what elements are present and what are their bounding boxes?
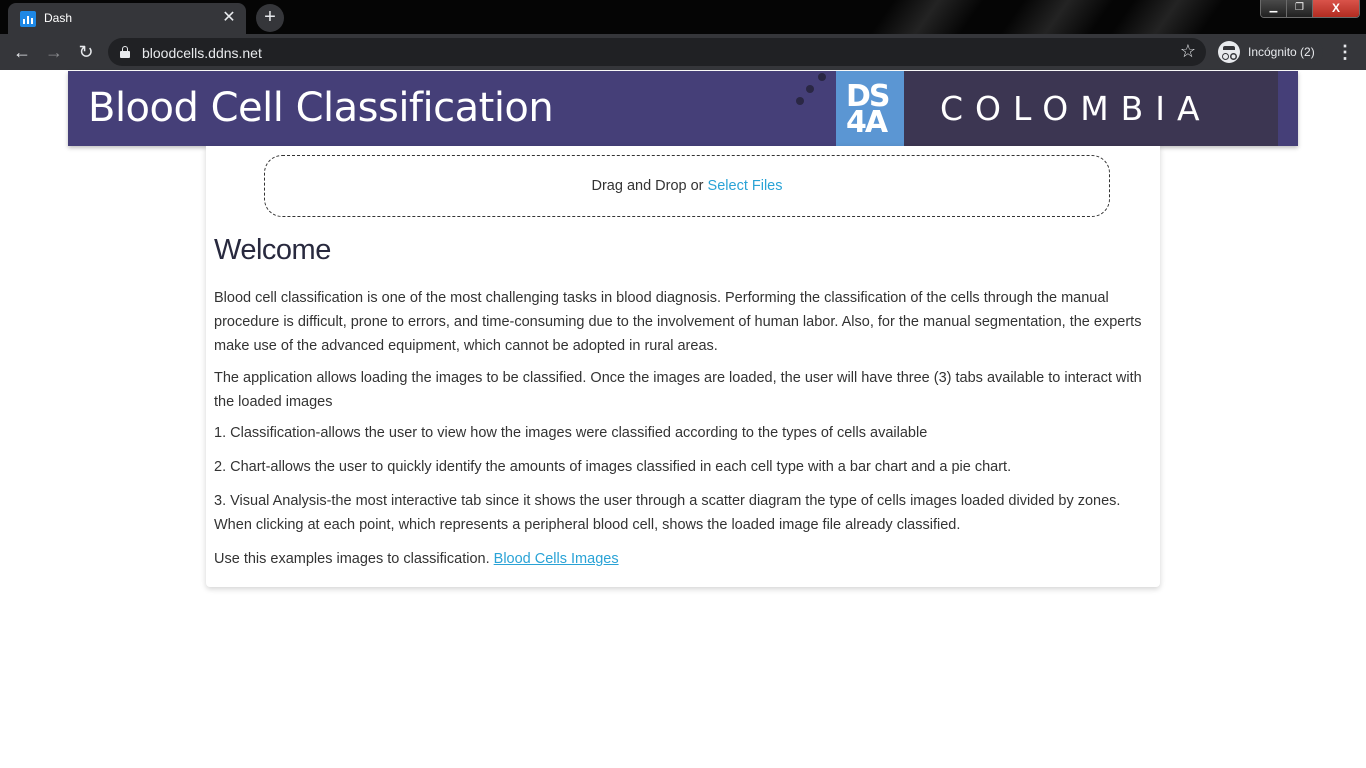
examples-text: Use this examples images to classificati…: [214, 551, 494, 567]
reload-button[interactable]: ↻: [72, 38, 100, 66]
browser-titlebar: Dash ✕ + ▁ ❐ X: [0, 0, 1366, 34]
tab-title: Dash: [44, 11, 73, 25]
restore-button[interactable]: ❐: [1287, 0, 1313, 17]
ds4a-logo: DS 4A: [836, 71, 904, 146]
examples-paragraph: Use this examples images to classificati…: [214, 547, 1154, 571]
back-button[interactable]: ←: [8, 38, 36, 66]
app-description-paragraph: The application allows loading the image…: [214, 370, 1142, 410]
incognito-label: Incógnito (2): [1248, 45, 1315, 59]
welcome-heading: Welcome: [214, 234, 331, 266]
header-banner: Blood Cell Classification DS 4A COLOMBIA: [68, 71, 1298, 146]
upload-prompt: Drag and Drop or: [591, 178, 708, 194]
close-window-button[interactable]: X: [1313, 0, 1359, 17]
bookmark-star-icon[interactable]: ☆: [1180, 41, 1196, 62]
browser-toolbar: ← → ↻ bloodcells.ddns.net ☆ Incógnito (2…: [0, 34, 1366, 70]
list-item-visual-analysis: 3. Visual Analysis-the most interactive …: [214, 493, 1121, 533]
lock-icon[interactable]: [120, 46, 130, 58]
window-controls: ▁ ❐ X: [1260, 0, 1360, 18]
titlebar-decoration: [1091, 0, 1239, 34]
minimize-button[interactable]: ▁: [1261, 0, 1287, 17]
colombia-logo-panel: COLOMBIA: [904, 71, 1278, 146]
logo-dots-decoration: [790, 71, 830, 111]
intro-paragraph: Blood cell classification is one of the …: [214, 290, 1142, 354]
address-bar[interactable]: bloodcells.ddns.net ☆: [108, 38, 1206, 66]
new-tab-button[interactable]: +: [256, 4, 284, 32]
incognito-icon: [1218, 41, 1240, 63]
dash-favicon-icon: [20, 11, 36, 27]
browser-tab[interactable]: Dash ✕: [8, 3, 246, 34]
colombia-logo-text: COLOMBIA: [940, 89, 1212, 128]
url-text[interactable]: bloodcells.ddns.net: [142, 45, 262, 61]
forward-button[interactable]: →: [40, 38, 68, 66]
titlebar-decoration: [981, 0, 1129, 34]
incognito-indicator[interactable]: Incógnito (2): [1214, 39, 1323, 65]
list-item-classification: 1. Classification-allows the user to vie…: [214, 425, 928, 441]
list-item-chart: 2. Chart-allows the user to quickly iden…: [214, 459, 1012, 475]
close-tab-icon[interactable]: ✕: [220, 9, 238, 27]
titlebar-decoration: [851, 0, 999, 34]
select-files-link[interactable]: Select Files: [708, 178, 783, 194]
browser-menu-icon[interactable]: ⋮: [1336, 38, 1354, 66]
main-card: Drag and Drop or Select Files Welcome Bl…: [206, 146, 1160, 587]
page-content: Blood Cell Classification DS 4A COLOMBIA…: [0, 70, 1366, 768]
blood-cells-images-link[interactable]: Blood Cells Images: [494, 551, 619, 567]
upload-dropzone[interactable]: Drag and Drop or Select Files: [264, 155, 1110, 217]
logo-line-2: 4A: [846, 105, 888, 140]
page-title: Blood Cell Classification: [88, 85, 554, 131]
